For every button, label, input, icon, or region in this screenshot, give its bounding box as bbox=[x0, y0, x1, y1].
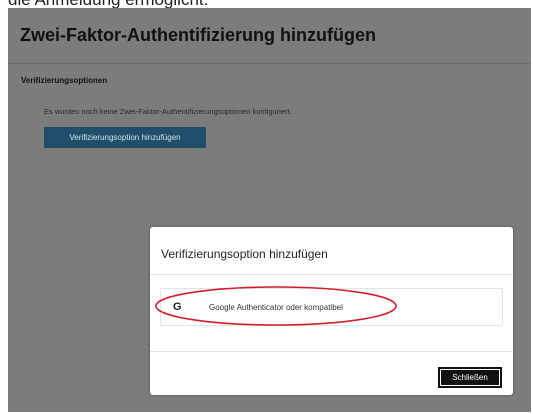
close-button[interactable]: Schließen bbox=[438, 367, 502, 388]
google-g-icon: G bbox=[173, 301, 182, 313]
add-verification-option-button[interactable]: Verifizierungsoption hinzufügen bbox=[44, 127, 206, 148]
page-title: Zwei-Faktor-Authentifizierung hinzufügen bbox=[20, 25, 376, 45]
modal-header-divider bbox=[150, 274, 513, 275]
caption-text: die Anmeldung ermöglicht. bbox=[0, 0, 533, 8]
app-screen: Zwei-Faktor-Authentifizierung hinzufügen… bbox=[8, 8, 531, 412]
add-option-modal: Verifizierungsoption hinzufügen G Google… bbox=[150, 227, 513, 395]
no-options-message: Es wurden noch keine Zwei-Faktor-Authent… bbox=[44, 107, 292, 116]
option-label: Google Authenticator oder kompatibel bbox=[209, 302, 343, 312]
modal-title: Verifizierungsoption hinzufügen bbox=[161, 247, 328, 261]
title-divider bbox=[8, 63, 531, 64]
section-label: Verifizierungsoptionen bbox=[21, 76, 108, 85]
modal-footer-divider bbox=[150, 351, 513, 352]
option-google-authenticator[interactable]: G Google Authenticator oder kompatibel bbox=[160, 288, 503, 326]
